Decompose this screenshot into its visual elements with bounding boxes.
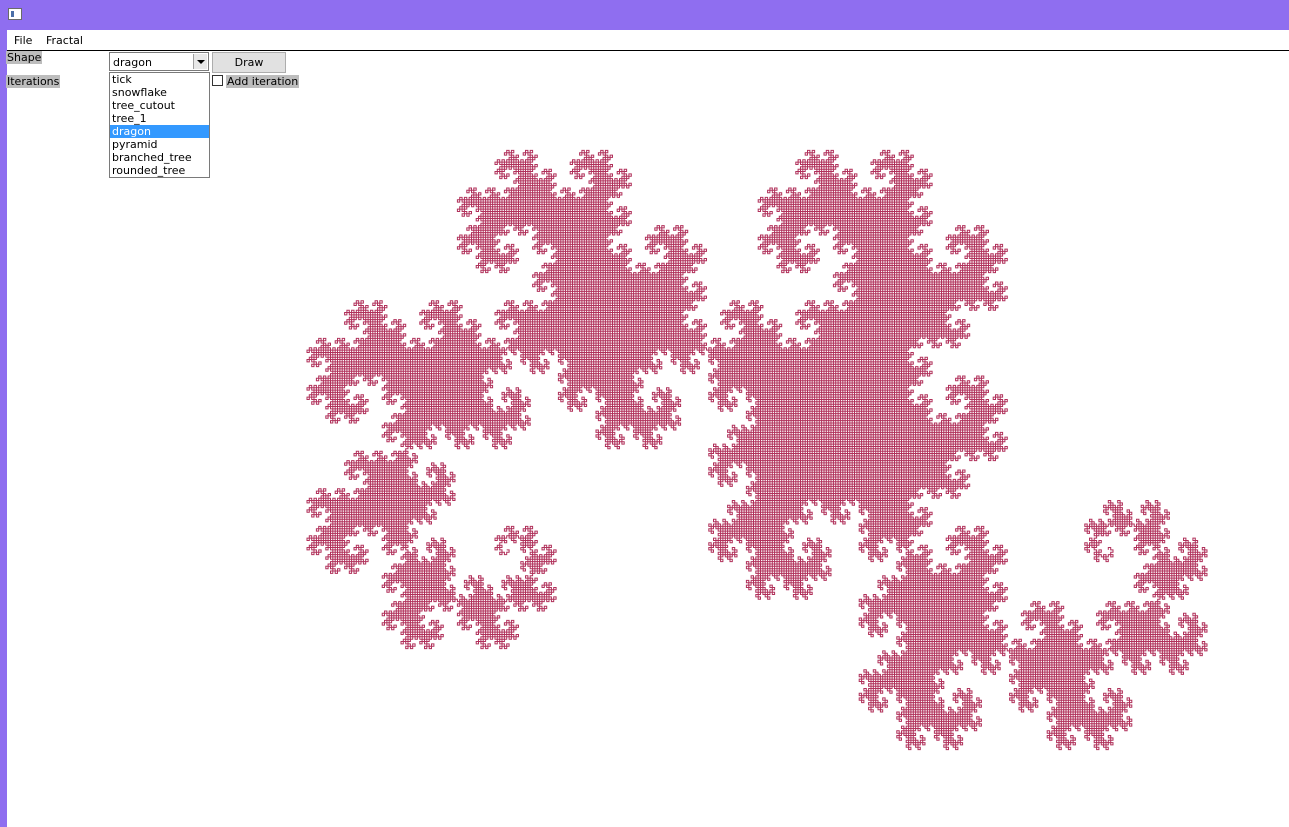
add-iteration-label: Add iteration — [226, 75, 300, 88]
shape-dropdown-list: tick snowflake tree_cutout tree_1 dragon… — [109, 72, 210, 178]
window-border — [0, 30, 7, 827]
iterations-label: Iterations — [6, 75, 61, 88]
title-bar — [0, 0, 1289, 30]
dropdown-option-branched-tree[interactable]: branched_tree — [110, 151, 209, 164]
dropdown-option-rounded-tree[interactable]: rounded_tree — [110, 164, 209, 177]
app-icon[interactable] — [8, 8, 22, 20]
dropdown-option-snowflake[interactable]: snowflake — [110, 86, 209, 99]
shape-label: Shape — [6, 51, 43, 64]
dropdown-option-tick[interactable]: tick — [110, 73, 209, 86]
add-iteration-checkbox[interactable] — [212, 75, 223, 86]
menu-bar: File Fractal — [7, 30, 1289, 51]
shape-select[interactable]: dragon — [109, 52, 209, 71]
dropdown-option-dragon[interactable]: dragon — [110, 125, 209, 138]
menu-file[interactable]: File — [14, 34, 32, 47]
dropdown-option-tree-1[interactable]: tree_1 — [110, 112, 209, 125]
menu-fractal[interactable]: Fractal — [46, 34, 83, 47]
dragon-curve-path — [306, 149, 1208, 751]
dropdown-option-pyramid[interactable]: pyramid — [110, 138, 209, 151]
dropdown-option-tree-cutout[interactable]: tree_cutout — [110, 99, 209, 112]
draw-button[interactable]: Draw — [212, 52, 286, 73]
dragon-curve — [306, 149, 1208, 751]
chevron-down-icon[interactable] — [193, 54, 207, 69]
shape-select-value: dragon — [113, 56, 152, 69]
